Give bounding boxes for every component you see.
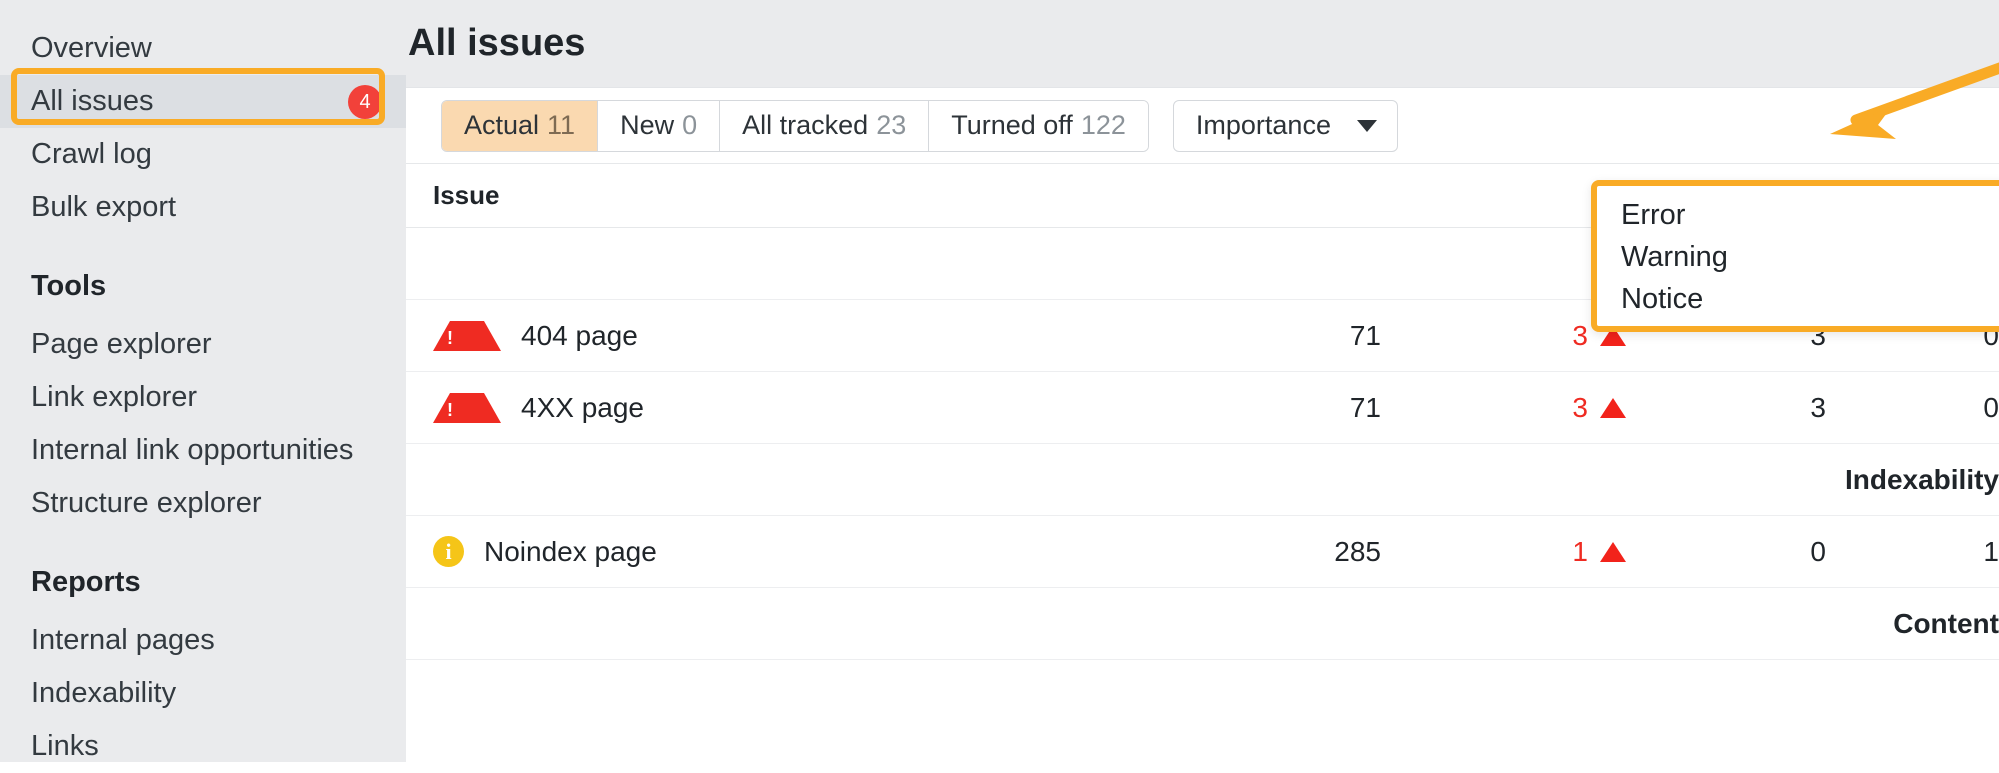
sidebar-section-reports: Reports — [0, 564, 406, 600]
column-header-issue[interactable]: Issue — [406, 164, 1151, 228]
sidebar-item-internal-pages[interactable]: Internal pages — [0, 614, 406, 667]
issue-added: 0 — [1626, 516, 1826, 588]
table-row[interactable]: 4XX page 71 3 3 0 — [406, 372, 1999, 444]
menu-item-warning[interactable]: Warning 6 — [1597, 236, 1999, 278]
triangle-up-icon — [1600, 398, 1626, 418]
issue-change: 1 — [1572, 536, 1588, 568]
info-icon: i — [433, 536, 464, 567]
menu-item-error[interactable]: Error 4 — [1597, 194, 1999, 236]
error-icon — [433, 321, 501, 351]
issue-change: 3 — [1572, 392, 1588, 424]
sidebar-section-tools: Tools — [0, 268, 406, 304]
main-content: All issues Actual 11 New 0 All tracked 2… — [406, 0, 1999, 762]
issue-label: 4XX page — [521, 392, 644, 424]
sidebar-item-label: Crawl log — [31, 138, 152, 171]
filter-toolbar: Actual 11 New 0 All tracked 23 Turned of… — [406, 88, 1999, 163]
issue-label: Noindex page — [484, 536, 657, 568]
table-group-row: Indexability — [406, 444, 1999, 516]
issue-name-cell[interactable]: 4XX page — [406, 372, 1151, 444]
group-label: Indexability — [406, 444, 1999, 516]
triangle-up-icon — [1600, 542, 1626, 562]
tab-label: Turned off — [951, 110, 1073, 141]
sidebar-item-label: Internal link opportunities — [31, 434, 353, 467]
tab-actual[interactable]: Actual 11 — [442, 101, 598, 151]
tab-label: New — [620, 110, 674, 141]
tab-turned-off[interactable]: Turned off 122 — [929, 101, 1148, 151]
sidebar-item-label: Internal pages — [31, 624, 215, 657]
sidebar-item-indexability[interactable]: Indexability — [0, 667, 406, 720]
tab-count: 11 — [547, 110, 575, 141]
tab-label: All tracked — [742, 110, 868, 141]
table-row[interactable]: i Noindex page 285 1 0 1 — [406, 516, 1999, 588]
sidebar-item-page-explorer[interactable]: Page explorer — [0, 318, 406, 371]
tab-count: 0 — [682, 110, 697, 141]
importance-filter-button[interactable]: Importance — [1173, 100, 1398, 152]
importance-dropdown-menu: Error 4 Warning 6 Notice 1 — [1591, 180, 1999, 332]
issue-total: 71 — [1151, 372, 1381, 444]
issue-name-cell[interactable]: i Noindex page — [406, 516, 1151, 588]
sidebar-item-all-issues[interactable]: All issues 4 — [0, 75, 406, 128]
issue-total: 285 — [1151, 516, 1381, 588]
issue-added: 3 — [1626, 372, 1826, 444]
menu-item-label: Warning — [1621, 241, 1728, 274]
issue-change: 3 — [1572, 320, 1588, 352]
sidebar-item-label: Bulk export — [31, 191, 176, 224]
sidebar-item-label: Page explorer — [31, 328, 212, 361]
menu-item-label: Notice — [1621, 283, 1703, 316]
issue-change-cell: 3 — [1381, 300, 1626, 372]
error-icon — [433, 393, 501, 423]
sidebar-item-internal-link-opportunities[interactable]: Internal link opportunities — [0, 424, 406, 477]
tab-group: Actual 11 New 0 All tracked 23 Turned of… — [441, 100, 1149, 152]
tab-count: 23 — [876, 110, 906, 141]
page-title: All issues — [406, 0, 1999, 64]
sidebar-item-structure-explorer[interactable]: Structure explorer — [0, 477, 406, 530]
issue-new: 0 — [1826, 372, 1999, 444]
menu-item-label: Error — [1621, 199, 1685, 232]
tab-all-tracked[interactable]: All tracked 23 — [720, 101, 929, 151]
tab-new[interactable]: New 0 — [598, 101, 720, 151]
sidebar-item-bulk-export[interactable]: Bulk export — [0, 181, 406, 234]
menu-item-notice[interactable]: Notice 1 — [1597, 278, 1999, 320]
sidebar-item-links[interactable]: Links — [0, 720, 406, 773]
table-group-row: Content — [406, 588, 1999, 660]
sidebar: Overview All issues 4 Crawl log Bulk exp… — [0, 0, 406, 762]
sidebar-item-crawl-log[interactable]: Crawl log — [0, 128, 406, 181]
tab-label: Actual — [464, 110, 539, 141]
issue-change-cell: 3 — [1381, 372, 1626, 444]
issue-label: 404 page — [521, 320, 638, 352]
sidebar-item-badge: 4 — [348, 85, 382, 119]
sidebar-item-label: Overview — [31, 32, 152, 65]
sidebar-item-label: Link explorer — [31, 381, 197, 414]
group-label: Content — [406, 588, 1999, 660]
issue-total: 71 — [1151, 300, 1381, 372]
tab-count: 122 — [1081, 110, 1126, 141]
importance-filter-label: Importance — [1196, 110, 1331, 141]
issue-change-cell: 1 — [1381, 516, 1626, 588]
issue-new: 1 — [1826, 516, 1999, 588]
sidebar-item-label: All issues — [31, 85, 154, 118]
column-header-change[interactable] — [1381, 164, 1626, 228]
column-header-total[interactable] — [1151, 164, 1381, 228]
sidebar-item-link-explorer[interactable]: Link explorer — [0, 371, 406, 424]
chevron-down-icon — [1357, 120, 1377, 132]
sidebar-item-label: Links — [31, 730, 99, 763]
sidebar-item-label: Structure explorer — [31, 487, 262, 520]
issue-name-cell[interactable]: 404 page — [406, 300, 1151, 372]
sidebar-item-label: Indexability — [31, 677, 176, 710]
app-root: Overview All issues 4 Crawl log Bulk exp… — [0, 0, 1999, 762]
sidebar-item-overview[interactable]: Overview — [0, 22, 406, 75]
